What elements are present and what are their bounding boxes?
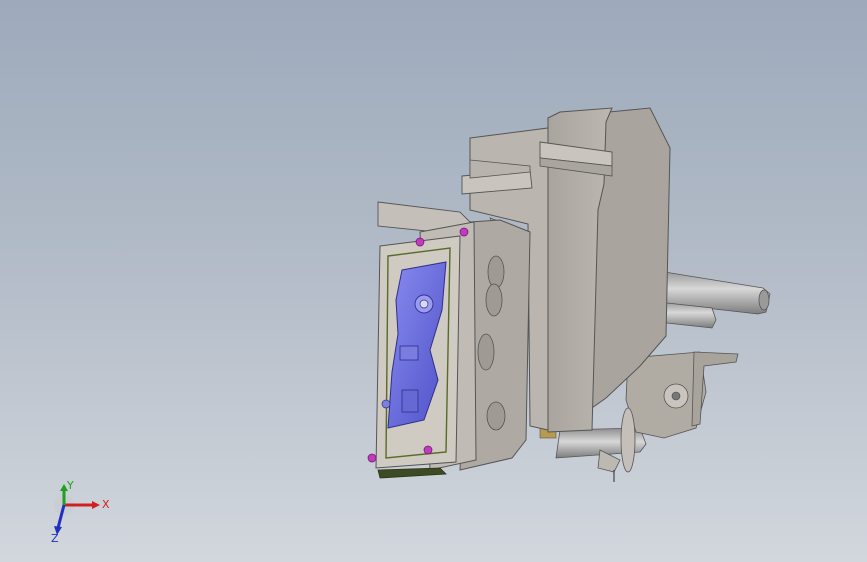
cad-model[interactable]	[0, 0, 867, 562]
x-arrow-icon	[92, 501, 100, 509]
x-axis-label: X	[102, 498, 110, 511]
upper-shaft-end	[758, 289, 770, 311]
bracket	[691, 351, 739, 427]
flange-disc	[620, 407, 636, 473]
graphics-viewport[interactable]: X Y Z	[0, 0, 867, 562]
base-plate	[377, 467, 447, 479]
z-axis-label: Z	[51, 532, 59, 545]
insert-plate	[375, 235, 461, 469]
y-axis-label: Y	[66, 480, 74, 492]
orientation-triad[interactable]: X Y Z	[40, 480, 120, 550]
